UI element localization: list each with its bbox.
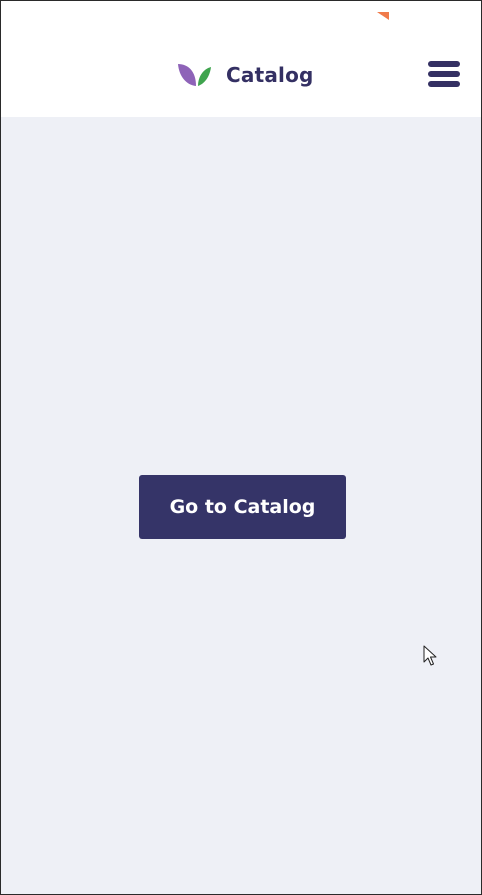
- app-frame: Catalog Go to Catalog: [0, 0, 482, 895]
- brand-link[interactable]: Catalog: [177, 59, 314, 91]
- brand-name: Catalog: [226, 63, 314, 87]
- accent-corner-icon: [377, 12, 389, 20]
- mouse-cursor-icon: [423, 645, 437, 666]
- leaf-logo-icon: [178, 64, 211, 86]
- hamburger-menu-button[interactable]: [426, 59, 462, 89]
- hamburger-menu-icon: [428, 61, 460, 87]
- main-content: Go to Catalog: [1, 117, 481, 894]
- go-to-catalog-button[interactable]: Go to Catalog: [139, 475, 346, 539]
- top-header: Catalog: [1, 1, 481, 117]
